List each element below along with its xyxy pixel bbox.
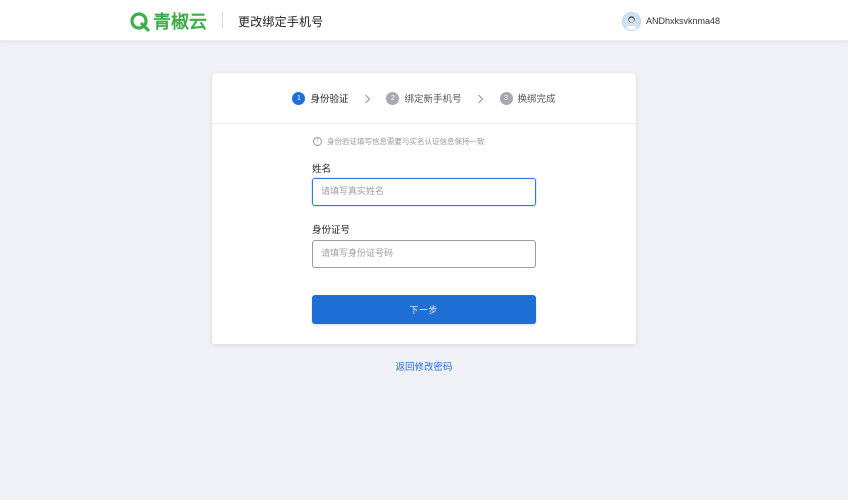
step-number: 2 [386, 91, 400, 105]
step-number: 3 [499, 91, 513, 105]
step-label: 身份验证 [310, 94, 349, 105]
step-number: 1 [292, 91, 306, 105]
step-bind-phone: 2 绑定新手机号 [386, 91, 462, 105]
name-input[interactable] [312, 178, 536, 206]
top-navigation-bar: 青椒云 更改绑定手机号 ANDhxksvknma48 [0, 0, 848, 41]
user-menu[interactable]: ANDhxksvknma48 [621, 11, 720, 31]
progress-steps: 1 身份验证 2 绑定新手机号 3 换绑完成 [212, 73, 636, 124]
brand-logo[interactable]: 青椒云 [129, 9, 207, 33]
back-to-change-password-link[interactable]: 返回修改密码 [0, 359, 848, 373]
name-label: 姓名 [312, 164, 332, 175]
verification-card: 1 身份验证 2 绑定新手机号 3 换绑完成 ! 身份验证填写信息需要与实名认证… [212, 73, 636, 344]
qingjiao-logo-icon [130, 12, 150, 32]
chevron-right-icon [466, 92, 496, 105]
step-identity: 1 身份验证 [292, 91, 348, 105]
user-avatar-icon[interactable] [621, 11, 641, 31]
notice-text: 身份验证填写信息需要与实名认证信息保持一致 [327, 137, 485, 146]
step-complete: 3 换绑完成 [499, 91, 556, 105]
username[interactable]: ANDhxksvknma48 [646, 16, 720, 26]
chevron-right-icon [352, 92, 382, 105]
step-label: 绑定新手机号 [404, 94, 462, 105]
id-number-input[interactable] [312, 240, 536, 268]
info-circle-icon: ! [313, 137, 322, 146]
header-divider [222, 12, 223, 28]
identity-notice: ! 身份验证填写信息需要与实名认证信息保持一致 [313, 136, 485, 147]
id-number-label: 身份证号 [312, 225, 351, 236]
logo-text: 青椒云 [153, 12, 207, 33]
next-step-button[interactable]: 下一步 [312, 295, 536, 324]
page-title: 更改绑定手机号 [238, 15, 324, 29]
step-label: 换绑完成 [517, 94, 556, 105]
